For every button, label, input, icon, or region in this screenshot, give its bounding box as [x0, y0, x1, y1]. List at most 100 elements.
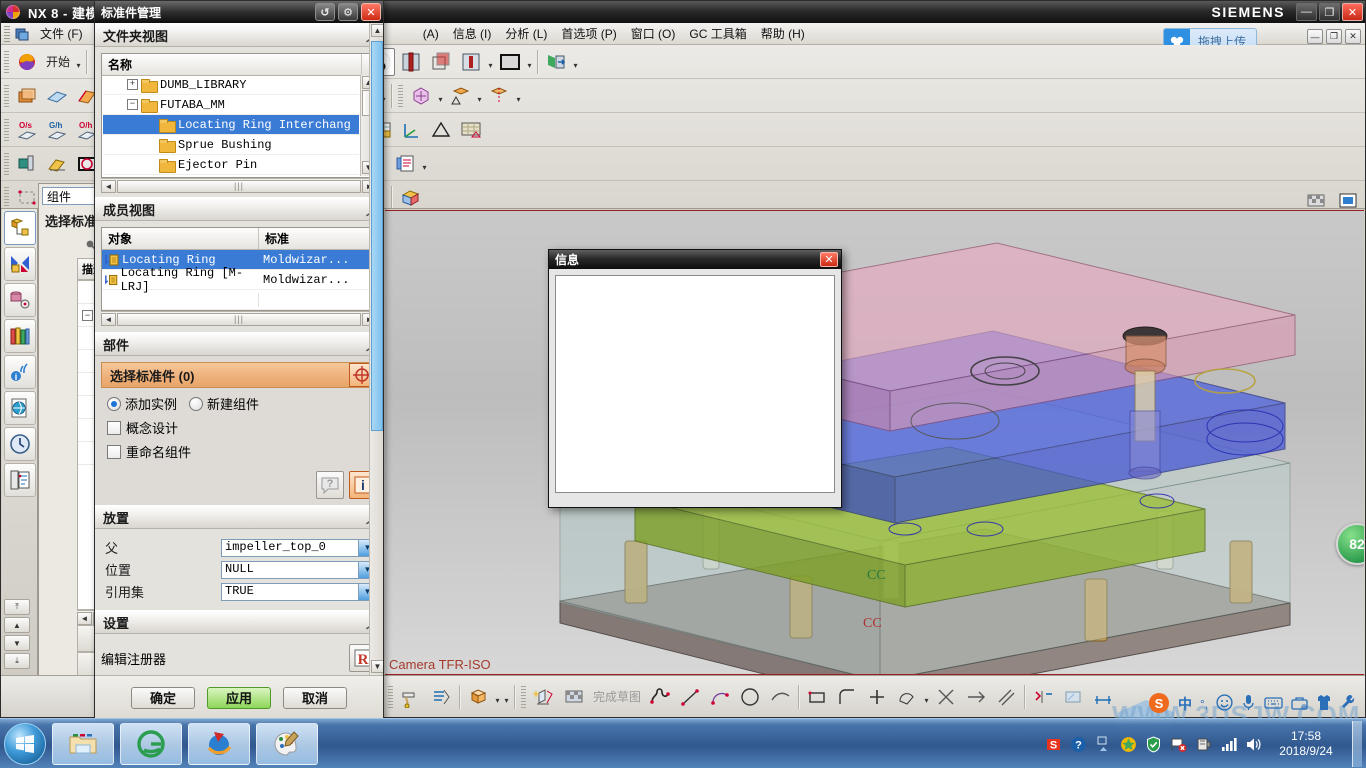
scroll-left-button[interactable]: ◄	[101, 179, 116, 193]
sidebar-item-html-help[interactable]	[4, 391, 36, 425]
member-row[interactable]: Locating Ring [M-LRJ] Moldwizar...	[102, 266, 376, 294]
cancel-button[interactable]: 取消	[283, 686, 347, 709]
shirt-icon[interactable]	[1316, 694, 1332, 714]
radio-add-instance[interactable]	[107, 396, 121, 411]
checkbox-rename-component[interactable]	[107, 444, 121, 459]
radio-new-component[interactable]	[189, 396, 204, 411]
sketch-caret-icon[interactable]: ▾	[922, 683, 931, 711]
toolbar-grip-2[interactable]	[4, 84, 9, 107]
tree-item-selected[interactable]: Locating Ring Interchang	[103, 115, 359, 135]
cube-caret-icon[interactable]: ▾	[493, 683, 502, 711]
slide-lifter-icon[interactable]	[13, 150, 41, 178]
wireframe-icon[interactable]	[427, 48, 455, 76]
sketch-polygon-icon[interactable]	[893, 683, 921, 711]
doc-minimize-button[interactable]: —	[1307, 29, 1323, 44]
extra-caret-icon[interactable]: ▾	[502, 683, 511, 711]
wrench-icon[interactable]	[1340, 694, 1356, 714]
tree-item[interactable]: − FUTABA_MM	[103, 95, 359, 115]
browser-task[interactable]	[188, 722, 250, 765]
settings-button[interactable]: ⚙	[338, 3, 358, 21]
sketch-curve-icon[interactable]	[766, 683, 794, 711]
sketch-constraint-icon[interactable]	[1029, 683, 1057, 711]
folder-tree-listbox[interactable]: 名称 + DUMB_LIBRARY − FUTABA_MM Locating R…	[101, 53, 377, 178]
sidebar-item-part-navigator[interactable]	[4, 283, 36, 317]
rename-component-row[interactable]: 重命名组件	[107, 442, 377, 461]
move-object-icon[interactable]	[407, 82, 435, 110]
graphics-viewport[interactable]: CC CC Camera TFR-ISO 82	[385, 210, 1364, 675]
menu-analysis[interactable]: 分析 (L)	[498, 23, 554, 44]
start-caret-icon[interactable]: ▾	[74, 48, 83, 76]
datum-plane-icon[interactable]	[43, 82, 71, 110]
chevron-up-icon[interactable]	[1094, 735, 1112, 753]
sketch-profile-icon[interactable]	[646, 683, 674, 711]
ok-button[interactable]: 确定	[131, 686, 195, 709]
menu-file[interactable]: 文件 (F)	[33, 23, 90, 44]
close-button[interactable]: ✕	[361, 3, 381, 21]
table-red-icon[interactable]	[457, 116, 485, 144]
background-color-icon[interactable]	[496, 48, 524, 76]
dialog-vscroll[interactable]: ▲ ▼	[369, 23, 383, 675]
sketch-in-task-icon[interactable]	[13, 82, 41, 110]
sketch-point-icon[interactable]	[863, 683, 891, 711]
smiley-icon[interactable]	[1216, 694, 1233, 714]
dialog-scroll-down-button[interactable]: ▼	[371, 660, 383, 673]
shield-green-icon[interactable]	[1119, 735, 1137, 753]
sidebar-item-constraint-navigator[interactable]	[4, 247, 36, 281]
sidebar-item-reuse-library[interactable]	[4, 319, 36, 353]
menu-a[interactable]: (A)	[416, 25, 446, 43]
box-blue-icon[interactable]	[396, 184, 424, 208]
doc-close-button[interactable]: ✕	[1345, 29, 1361, 44]
collapse-expander-icon[interactable]: −	[127, 99, 138, 110]
sketch-rectangle-icon[interactable]	[803, 683, 831, 711]
section-folder-view[interactable]: 文件夹视图 ︿	[95, 23, 383, 47]
triangle-icon[interactable]	[427, 116, 455, 144]
hscroll-thumb[interactable]: |||	[117, 312, 361, 326]
toolbox-icon[interactable]	[1291, 695, 1308, 714]
scroll-top-button[interactable]: ⤒	[4, 599, 30, 615]
reference-set-combo[interactable]: TRUE ▼	[221, 582, 377, 601]
section-view-icon[interactable]	[397, 48, 425, 76]
taskbar-clock[interactable]: 17:58 2018/9/24	[1273, 729, 1339, 759]
question-icon[interactable]: ?	[1069, 735, 1087, 753]
folder-tree-rows[interactable]: + DUMB_LIBRARY − FUTABA_MM Locating Ring…	[103, 75, 359, 176]
section-member-view[interactable]: 成员视图 ︿	[95, 197, 383, 221]
sketch-info-icon[interactable]	[427, 683, 455, 711]
scroll-up-button[interactable]: ▲	[4, 617, 30, 633]
scroll-left-button[interactable]: ◄	[77, 611, 92, 625]
report-icon[interactable]	[391, 150, 419, 178]
tree-item[interactable]: Ejector Pin	[103, 155, 359, 175]
sketch-fillet-icon[interactable]	[833, 683, 861, 711]
sidebar-item-internet-explorer[interactable]: i	[4, 355, 36, 389]
show-desktop-button[interactable]	[1352, 721, 1362, 767]
sidebar-item-roles[interactable]	[4, 463, 36, 497]
doc-restore-button[interactable]: ❐	[1326, 29, 1342, 44]
maximize-button[interactable]: ❐	[1319, 3, 1340, 21]
toolbar-grip-4[interactable]	[4, 152, 9, 175]
sidebar-item-history[interactable]	[4, 427, 36, 461]
export-caret-icon[interactable]: ▾	[571, 48, 580, 76]
member-listbox[interactable]: 对象 标准 Locating Ring Moldwizar... Locatin…	[101, 227, 377, 311]
close-button[interactable]: ✕	[1342, 3, 1363, 21]
menu-help[interactable]: 帮助 (H)	[754, 23, 812, 44]
sketch-grip-2[interactable]	[521, 685, 526, 708]
information-close-button[interactable]: ✕	[820, 252, 838, 267]
toolbar-grip[interactable]	[4, 50, 9, 73]
start-label[interactable]: 开始	[42, 53, 74, 70]
guide-hole-icon[interactable]: G/h	[43, 116, 71, 144]
background-caret-icon[interactable]: ▾	[525, 48, 534, 76]
usb-icon[interactable]	[1194, 735, 1212, 753]
pattern-caret-icon[interactable]: ▾	[475, 82, 484, 110]
section-placement[interactable]: 放置 ︿	[95, 505, 383, 529]
toolbar-grip-2b[interactable]	[398, 84, 403, 107]
select-standard-part-banner[interactable]: 选择标准件 (0)	[101, 362, 377, 388]
parent-combo[interactable]: impeller_top_0 ▼	[221, 538, 377, 557]
tree-item[interactable]: Sprue Bushing	[103, 135, 359, 155]
sogou-s-icon[interactable]: S	[1044, 735, 1062, 753]
sogou-s-icon[interactable]: S	[1148, 692, 1170, 717]
menu-window[interactable]: 窗口 (O)	[624, 23, 683, 44]
toolbar-grip-5[interactable]	[4, 187, 9, 208]
mirror-caret-icon[interactable]: ▾	[514, 82, 523, 110]
punctuation-mode-button[interactable]: °,	[1200, 697, 1208, 711]
member-row-empty[interactable]	[102, 290, 376, 310]
keyboard-icon[interactable]	[1264, 695, 1283, 713]
